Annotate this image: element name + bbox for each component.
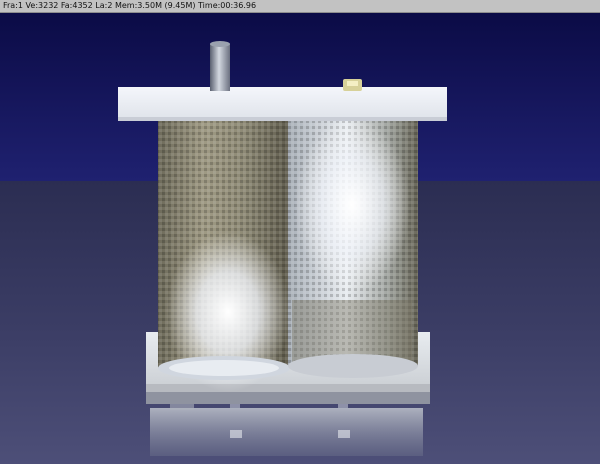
render-status-bar: Fra:1 Ve:3232 Fa:4352 La:2 Mem:3.50M (9.… (0, 0, 600, 13)
render-status-text: Fra:1 Ve:3232 Fa:4352 La:2 Mem:3.50M (9.… (3, 1, 257, 10)
top-plate (118, 87, 447, 121)
render-image (0, 13, 600, 464)
top-rod (210, 41, 230, 91)
render-window: Fra:1 Ve:3232 Fa:4352 La:2 Mem:3.50M (9.… (0, 0, 600, 464)
top-nut (343, 79, 362, 91)
render-viewport[interactable] (0, 13, 600, 464)
right-cylinder (288, 108, 418, 378)
left-cylinder (158, 108, 290, 392)
